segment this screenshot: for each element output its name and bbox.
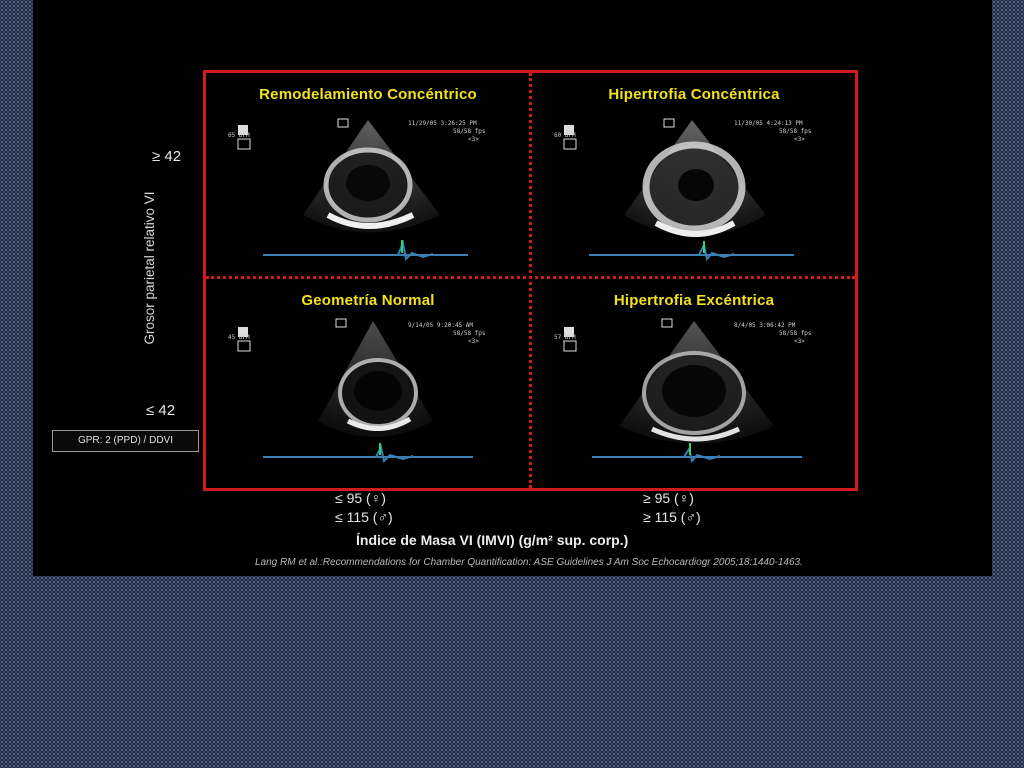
quadrant-title: Geometría Normal [301,292,435,309]
timestamp-text: 9/14/05 9:20:45 AM [408,322,473,329]
y-tick-lower: ≤ 42 [146,402,176,419]
x-axis-label: Índice de Masa VI (IMVI) (g/m² sup. corp… [356,532,629,548]
quadrant-title: Hipertrofia Concéntrica [608,86,780,103]
timestamp-text: 11/30/05 4:24:13 PM [734,120,803,127]
timestamp-text: 11/29/05 3:26:25 PM [408,120,477,127]
citation: Lang RM et al.:Recommendations for Chamb… [255,557,803,568]
x-left-male: ≤ 115 (♂) [335,509,393,525]
x-right-female: ≥ 95 (♀) [643,490,694,506]
fps-text: 58/58 fps [779,330,812,337]
horizontal-divider [206,276,855,279]
bpm-text: 65 BPM [228,132,250,139]
zoom-text: <3> [468,338,479,345]
bpm-text: 57 BPM [554,334,576,341]
echo-image: 60 BPM 11/30/05 4:24:13 PM58/58 fps<3> [554,118,812,262]
timestamp-text: 8/4/05 3:06:42 PM [734,322,796,329]
formula-box: GPR: 2 (PPD) / DDVI [52,430,199,452]
quadrant-title: Hipertrofia Excéntrica [613,292,775,309]
echo-image: 57 BPM 8/4/05 3:06:42 PM58/58 fps<3> [554,318,812,464]
quadrant-eccentric-hypertrophy: 57 BPM 8/4/05 3:06:42 PM 58/58 fps <3> Hipe… [534,281,854,481]
x-group-left: ≤ 95 (♀) ≤ 115 (♂) [335,489,393,527]
x-left-female: ≤ 95 (♀) [335,490,386,506]
fps-text: 58/58 fps [779,128,812,135]
zoom-text: <3> [468,136,479,143]
bpm-text: 45 BPM [228,334,250,341]
x-right-male: ≥ 115 (♂) [643,509,701,525]
x-group-right: ≥ 95 (♀) ≥ 115 (♂) [643,489,701,527]
bpm-text: 60 BPM [554,132,576,139]
quadrant-concentric-hypertrophy: 60 BPM 11/30/05 4:24:13 PM 58/58 fps <3> Hi… [534,75,854,275]
echo-image: 65 BPM 11/29/05 3:26:25 PM58/58 fps<3> [228,118,486,262]
quadrant-title: Remodelamiento Concéntrico [259,86,477,103]
zoom-text: <3> [794,136,805,143]
classification-grid: 65 BPM 11/29/05 3:26:25 PM 58/58 fps <3> Re… [203,70,858,491]
quadrant-normal-geometry: 45 BPM 9/14/05 9:20:45 AM 58/58 fps <3> Geo… [208,281,528,481]
fps-text: 58/58 fps [453,330,486,337]
quadrant-concentric-remodeling: 65 BPM 11/29/05 3:26:25 PM 58/58 fps <3> Re… [208,75,528,275]
echo-image: 45 BPM 9/14/05 9:20:45 AM58/58 fps<3> [228,318,486,464]
y-axis-label: Grosor parietal relativo VI [142,191,157,345]
fps-text: 58/58 fps [453,128,486,135]
y-tick-upper: ≥ 42 [152,148,182,165]
vertical-divider [529,73,532,488]
zoom-text: <3> [794,338,805,345]
slide: Grosor parietal relativo VI ≥ 42 ≤ 42 GP… [33,0,992,576]
